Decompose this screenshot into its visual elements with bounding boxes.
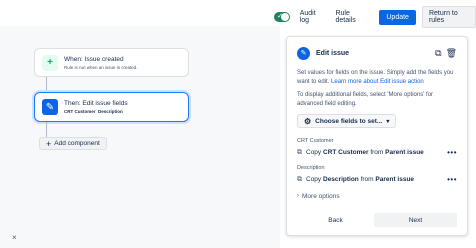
action-title: Then: Edit issue fields [64, 100, 128, 107]
advanced-field-editing-link[interactable]: advanced field editing. [297, 101, 357, 107]
next-button[interactable]: Next [374, 213, 457, 227]
plus-icon: + [42, 54, 58, 71]
back-button[interactable]: Back [297, 213, 374, 227]
more-actions-icon[interactable]: ••• [447, 175, 457, 184]
connector-line [46, 122, 47, 137]
add-component-label: Add component [54, 140, 100, 147]
trigger-title: When: Issue created [64, 55, 124, 63]
field-label: Description [297, 164, 325, 171]
action-card[interactable]: ✎ Then: Edit issue fields CRT Customer D… [34, 92, 189, 122]
action-field: CRT Customer [64, 109, 96, 114]
panel-title: Edit issue [316, 49, 350, 57]
field-name: Description [323, 176, 359, 183]
learn-more-link[interactable]: Learn more about Edit issue action [331, 79, 424, 85]
more-options-toggle[interactable]: › More options [297, 193, 457, 200]
update-button[interactable]: Update [379, 9, 416, 25]
check-icon: ✓ [277, 13, 283, 20]
rule-enabled-toggle[interactable]: ✓ [274, 12, 290, 22]
field-value: Copy Description from Parent issue [306, 176, 447, 183]
gear-icon: ⚙ [304, 116, 312, 126]
choose-fields-dropdown[interactable]: ⚙ Choose fields to set... ▾ [297, 114, 397, 128]
field-source: Parent issue [385, 149, 424, 156]
copy-text: Copy [306, 176, 322, 183]
action-field: Description [98, 109, 123, 114]
copy-text: Copy [306, 149, 322, 156]
panel-description-2: To display additional fields, select 'Mo… [297, 91, 457, 108]
pencil-icon: ✎ [297, 46, 310, 60]
description-text: To display additional fields, select 'Mo… [297, 92, 434, 98]
duplicate-icon[interactable]: ⧉ [435, 48, 441, 59]
action-fields: CRT Customer Description [64, 109, 128, 114]
top-toolbar: ✓ Audit log Rule details Update Return t… [274, 6, 476, 28]
chevron-right-icon: › [297, 193, 299, 199]
trigger-subtitle: Rule is run when an issue is created. [64, 64, 138, 70]
more-actions-icon[interactable]: ••• [447, 148, 457, 157]
close-icon[interactable]: × [12, 233, 17, 242]
field-label: CRT Customer [297, 137, 334, 144]
trash-icon[interactable]: 🗑 [446, 48, 457, 59]
panel-header: ✎ Edit issue ⧉ 🗑 [297, 46, 457, 60]
field-name: CRT Customer [323, 149, 369, 156]
field-row[interactable]: ⧉ Copy Description from Parent issue ••• [297, 175, 457, 185]
field-source: Parent issue [375, 176, 415, 183]
field-row[interactable]: ⧉ Copy CRT Customer from Parent issue ••… [297, 148, 457, 158]
field-value: Copy CRT Customer from Parent issue [306, 149, 447, 156]
plus-icon: + [46, 138, 52, 149]
rule-details-link[interactable]: Rule details [335, 10, 367, 24]
panel-description: Set values for fields on the issue. Simp… [297, 69, 457, 86]
from-text: from [360, 176, 374, 183]
connector-line [46, 77, 47, 92]
edit-issue-panel: ✎ Edit issue ⧉ 🗑 Set values for fields o… [286, 36, 468, 236]
pencil-icon: ✎ [42, 99, 58, 115]
audit-log-link[interactable]: Audit log [300, 10, 324, 24]
from-text: from [370, 149, 384, 156]
panel-footer: Back Next [297, 213, 457, 227]
add-component-button[interactable]: + Add component [39, 137, 107, 150]
chevron-down-icon: ▾ [386, 118, 390, 125]
copy-icon: ⧉ [297, 175, 302, 183]
more-options-label: More options [302, 192, 340, 200]
return-to-rules-button[interactable]: Return to rules [421, 6, 476, 28]
choose-fields-label: Choose fields to set... [315, 117, 383, 125]
trigger-card[interactable]: + When: Issue created Rule is run when a… [34, 48, 189, 77]
panel-tools: ⧉ 🗑 [435, 48, 457, 59]
copy-icon: ⧉ [297, 148, 302, 156]
rule-canvas: + When: Issue created Rule is run when a… [0, 26, 280, 248]
